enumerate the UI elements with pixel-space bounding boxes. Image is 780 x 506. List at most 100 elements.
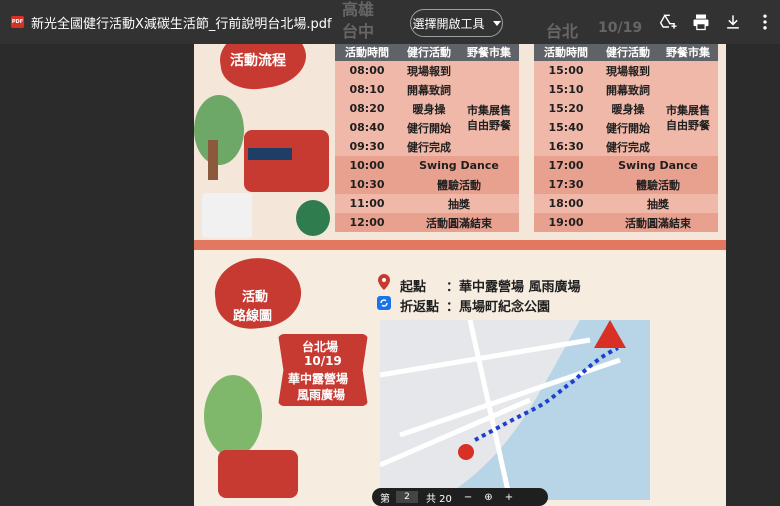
time-cell: 11:00 <box>335 194 399 213</box>
activity-cell: 活動圓滿結束 <box>598 213 718 232</box>
activity-cell: 活動圓滿結束 <box>399 213 519 232</box>
food-truck-illustration <box>244 130 329 192</box>
event-date: 10/19 <box>304 354 342 368</box>
activity-cell: 暖身操 <box>598 99 658 118</box>
print-icon[interactable] <box>691 12 711 32</box>
schedule-table-left: 活動時間 健行活動 野餐市集 08:00 現場報到 08:10 開幕致詞 市集展售 自… <box>335 43 519 232</box>
time-cell: 17:00 <box>534 156 598 175</box>
turn-value: ：馬場町紀念公園 <box>446 300 551 315</box>
time-cell: 09:30 <box>335 137 399 156</box>
zoom-in-button[interactable]: + <box>505 492 513 503</box>
table-row: 08:00 現場報到 <box>335 61 519 80</box>
table-row: 17:00 Swing Dance <box>534 156 718 175</box>
time-cell: 10:30 <box>335 175 399 194</box>
time-cell: 12:00 <box>335 213 399 232</box>
chevron-down-icon <box>492 20 501 26</box>
column-header: 健行活動 <box>598 43 658 61</box>
activity-cell: 暖身操 <box>399 99 459 118</box>
open-with-label: 選擇開啟工具 <box>412 16 485 31</box>
activity-cell: Swing Dance <box>598 156 718 175</box>
open-with-button[interactable]: 選擇開啟工具 <box>410 9 503 37</box>
table-row: 08:10 開幕致詞 市集展售 自由野餐 <box>335 80 519 156</box>
section-divider <box>194 240 726 250</box>
column-header: 野餐市集 <box>459 43 519 61</box>
activity-cell: 健行開始 <box>399 118 459 137</box>
more-vert-icon[interactable] <box>755 12 775 32</box>
time-cell: 17:30 <box>534 175 598 194</box>
event-venue-detail: 風雨廣場 <box>297 388 346 402</box>
bunting-decoration <box>634 258 714 282</box>
activity-cell: Swing Dance <box>399 156 519 175</box>
download-icon[interactable] <box>723 12 743 32</box>
column-header: 野餐市集 <box>658 43 718 61</box>
column-header: 活動時間 <box>534 43 598 61</box>
route-section: 活動 路線圖 台北場 10/19 華中露營場 風雨廣場 起點 ：華中露營場 風雨… <box>194 250 726 506</box>
pdf-page: 活動流程 活動時間 健行活動 野餐市集 08:00 現場報到 08:10 開幕致詞市… <box>194 0 726 506</box>
page-navigation-bar: 第 2 共 20 − ⊕ + <box>372 488 548 506</box>
activity-cell: 現場報到 <box>598 61 658 80</box>
table-row: 12:00 活動圓滿結束 <box>335 213 519 232</box>
zoom-icon: ⊕ <box>484 491 493 503</box>
table-row: 15:00 現場報到 <box>534 61 718 80</box>
schedule-badge: 活動流程 <box>230 53 286 69</box>
add-to-drive-icon[interactable] <box>659 12 679 32</box>
event-venue: 華中露營場 <box>288 372 349 386</box>
tree-trunk <box>208 140 218 180</box>
activity-cell: 體驗活動 <box>399 175 519 194</box>
time-cell: 15:00 <box>534 61 598 80</box>
table-row: 11:00 抽獎 <box>335 194 519 213</box>
tree-illustration <box>204 375 262 457</box>
food-truck-illustration <box>218 450 298 498</box>
event-city: 台北場 <box>302 340 339 354</box>
column-header: 健行活動 <box>399 43 459 61</box>
route-map <box>380 320 650 500</box>
turn-label: 折返點 <box>400 300 440 315</box>
market-stand-illustration <box>202 193 252 238</box>
time-cell: 18:00 <box>534 194 598 213</box>
activity-cell: 開幕致詞 <box>399 80 459 99</box>
zoom-out-button[interactable]: − <box>464 492 472 503</box>
pdf-viewer-toolbar: PDF 新光全國健行活動X減碳生活節_行前說明台北場.pdf 選擇開啟工具 <box>0 0 780 44</box>
refresh-icon <box>377 296 391 310</box>
activity-cell: 健行完成 <box>399 137 459 156</box>
page-total: 共 20 <box>426 493 452 505</box>
route-badge-line2: 路線圖 <box>233 309 273 324</box>
activity-cell: 開幕致詞 <box>598 80 658 99</box>
page-number-input[interactable]: 2 <box>396 491 418 503</box>
column-header: 活動時間 <box>335 43 399 61</box>
time-cell: 19:00 <box>534 213 598 232</box>
route-map-graphic <box>380 320 650 500</box>
table-row: 17:30 體驗活動 <box>534 175 718 194</box>
time-cell: 08:20 <box>335 99 399 118</box>
document-title: 新光全國健行活動X減碳生活節_行前說明台北場.pdf <box>31 17 332 32</box>
table-row: 15:10 開幕致詞 市集展售 自由野餐 <box>534 80 718 156</box>
activity-cell: 健行開始 <box>598 118 658 137</box>
food-truck-awning <box>248 148 292 160</box>
time-cell: 08:10 <box>335 80 399 99</box>
table-row: 19:00 活動圓滿結束 <box>534 213 718 232</box>
activity-cell: 體驗活動 <box>598 175 718 194</box>
time-cell: 15:40 <box>534 118 598 137</box>
table-row: 10:00 Swing Dance <box>335 156 519 175</box>
time-cell: 08:00 <box>335 61 399 80</box>
route-badge-line1: 活動 <box>242 290 269 305</box>
activity-cell: 健行完成 <box>598 137 658 156</box>
time-cell: 16:30 <box>534 137 598 156</box>
table-row: 10:30 體驗活動 <box>335 175 519 194</box>
tree-illustration <box>194 95 244 165</box>
start-label: 起點 <box>400 280 427 295</box>
page-label: 第 <box>380 493 390 505</box>
table-row: 18:00 抽獎 <box>534 194 718 213</box>
activity-cell: 抽獎 <box>399 194 519 213</box>
activity-cell: 抽獎 <box>598 194 718 213</box>
bush-illustration <box>296 200 330 236</box>
time-cell: 15:20 <box>534 99 598 118</box>
time-cell: 15:10 <box>534 80 598 99</box>
start-value: ：華中露營場 風雨廣場 <box>446 280 581 295</box>
market-cell: 市集展售 自由野餐 <box>459 80 519 156</box>
schedule-table-right: 活動時間 健行活動 野餐市集 15:00 現場報到 15:10 開幕致詞 市集展售 自… <box>534 43 718 232</box>
market-cell: 市集展售 自由野餐 <box>658 80 718 156</box>
activity-cell: 現場報到 <box>399 61 459 80</box>
time-cell: 08:40 <box>335 118 399 137</box>
time-cell: 10:00 <box>335 156 399 175</box>
